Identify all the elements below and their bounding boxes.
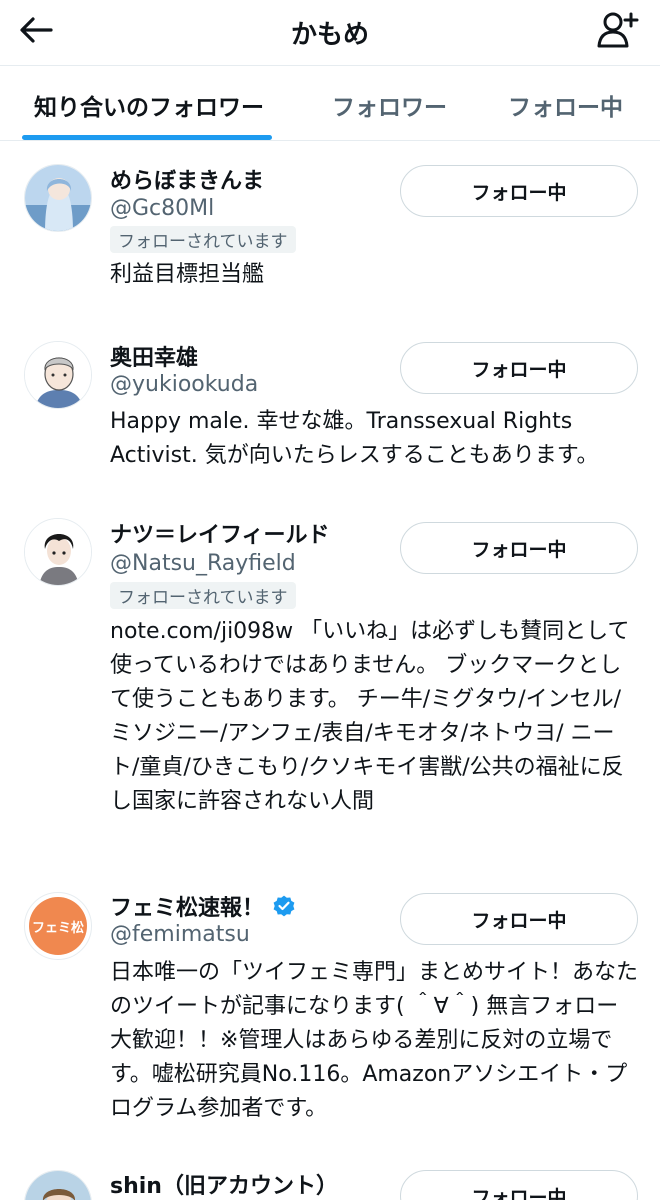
user-name[interactable]: フェミ松速報！	[110, 890, 264, 922]
tab-bar: 知り合いのフォロワー フォロワー フォロー中	[0, 66, 660, 141]
user-name-row: めらぼまきんま	[110, 163, 264, 195]
add-user-button[interactable]	[594, 8, 642, 52]
user-name[interactable]: ナツ＝レイフィールド	[110, 517, 330, 549]
user-name[interactable]: shin（旧アカウント）	[110, 1168, 338, 1200]
follows-you-badge: フォローされています	[110, 226, 296, 253]
add-user-icon	[597, 12, 639, 48]
user-bio: 利益目標担当艦	[110, 262, 265, 287]
avatar[interactable]	[24, 164, 92, 232]
user-handle[interactable]: @femimatsu	[110, 922, 250, 947]
user-bio: note.com/ji098w 「いいね」は必ずしも賛同として使っているわけでは…	[110, 619, 630, 814]
avatar[interactable]	[24, 518, 92, 586]
avatar-logo-text: フェミ松	[31, 920, 84, 936]
user-bio: Happy male. 幸せな雄。Transsexual Rights Acti…	[110, 409, 599, 468]
avatar-logo: フェミ松	[29, 897, 87, 955]
following-button[interactable]: フォロー中	[400, 893, 638, 945]
following-button[interactable]: フォロー中	[400, 1170, 638, 1200]
user-name-row: ナツ＝レイフィールド	[110, 517, 330, 549]
following-button[interactable]: フォロー中	[400, 165, 638, 217]
tab-mutual-followers[interactable]: 知り合いのフォロワー	[34, 88, 264, 122]
user-handle[interactable]: @Natsu_Rayfield	[110, 551, 296, 576]
following-button[interactable]: フォロー中	[400, 522, 638, 574]
user-name-row: 奥田幸雄	[110, 340, 198, 372]
page-title: かもめ	[290, 20, 369, 50]
active-tab-indicator	[22, 135, 272, 140]
top-bar: かもめ	[0, 0, 660, 66]
user-name[interactable]: 奥田幸雄	[110, 340, 198, 372]
avatar[interactable]	[24, 341, 92, 409]
tab-followers[interactable]: フォロワー	[332, 88, 447, 122]
user-bio: 日本唯一の「ツイフェミ専門」まとめサイト！あなたのツイートが記事になります( ＾…	[110, 960, 639, 1121]
avatar[interactable]	[24, 1170, 92, 1200]
verified-badge-icon	[273, 895, 295, 917]
avatar[interactable]: フェミ松	[24, 892, 92, 960]
user-handle[interactable]: @Gc80Ml	[110, 196, 214, 221]
tab-following[interactable]: フォロー中	[508, 88, 623, 122]
following-button[interactable]: フォロー中	[400, 342, 638, 394]
user-name-row: フェミ松速報！	[110, 890, 296, 922]
follows-you-badge: フォローされています	[110, 582, 296, 609]
user-name[interactable]: めらぼまきんま	[110, 163, 264, 195]
user-name-row: shin（旧アカウント）	[110, 1168, 338, 1200]
user-handle[interactable]: @yukiookuda	[110, 372, 258, 397]
